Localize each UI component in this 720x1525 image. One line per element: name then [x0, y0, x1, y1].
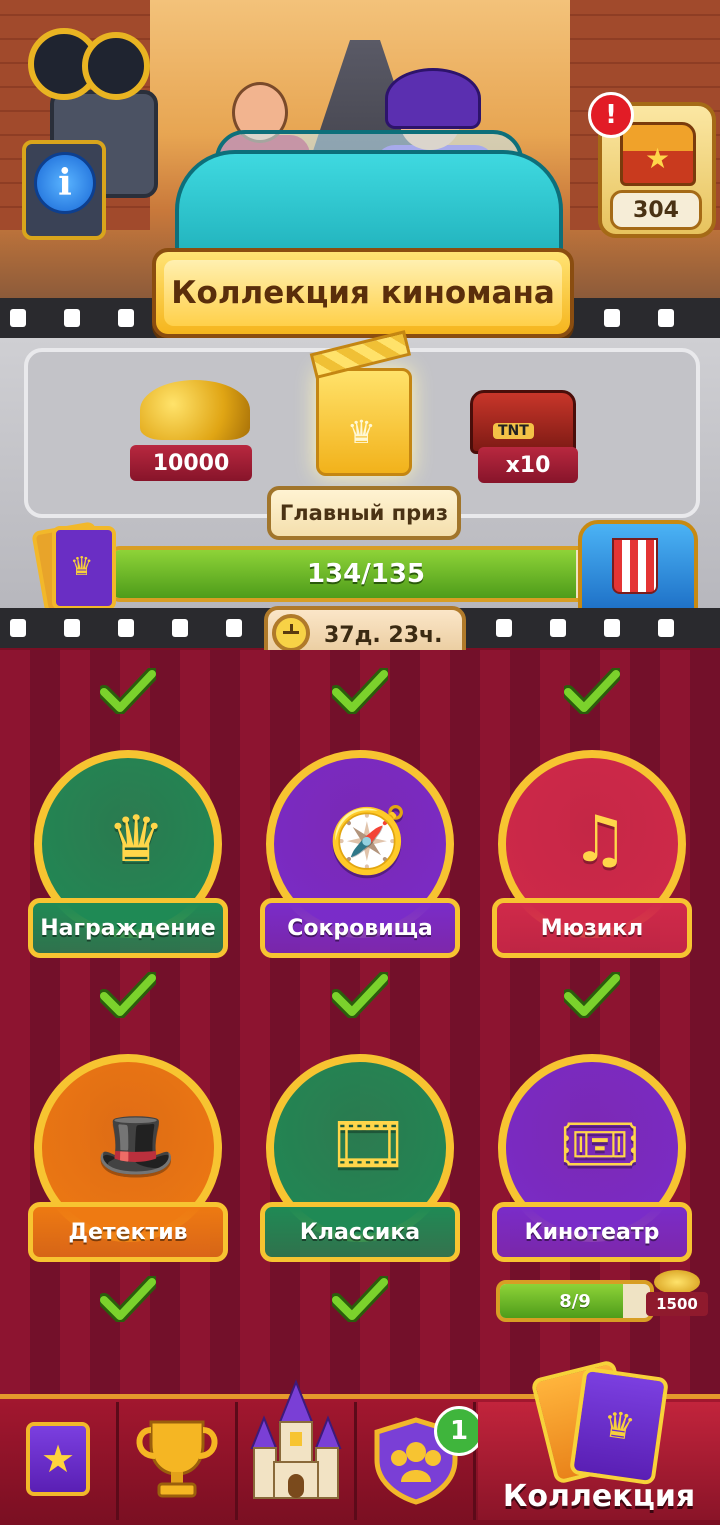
nav-item-home[interactable] [238, 1379, 357, 1520]
info-button[interactable]: i [22, 140, 106, 240]
completed-check-icon [329, 971, 391, 1019]
film-hole [10, 309, 26, 327]
collection-tile[interactable]: 🎩 Детектив [28, 1054, 228, 1264]
film-hole [10, 619, 26, 637]
collection-label: Детектив [28, 1202, 228, 1262]
collection-tile[interactable]: ♫ Мюзикл [492, 750, 692, 960]
team-notification-badge: 1 [434, 1406, 484, 1456]
star-book-icon: ★ [26, 1422, 90, 1496]
treasure-chest-icon: ★ [620, 122, 696, 186]
detective-hat-icon: 🎩 [96, 1107, 176, 1182]
completed-check-icon [97, 971, 159, 1019]
progress-text: 134/135 [306, 559, 426, 589]
card-icon: ♛ [31, 521, 118, 615]
chest-count: 304 [610, 190, 702, 230]
film-hole [118, 309, 134, 327]
completed-check-icon [561, 667, 623, 715]
coins-icon [654, 1270, 700, 1294]
clock-icon [272, 614, 310, 652]
title-banner: Коллекция киномана [152, 248, 574, 338]
completed-check-icon [329, 1275, 391, 1323]
film-hole [604, 619, 620, 637]
film-hole [64, 619, 80, 637]
collection-label: Сокровища [260, 898, 460, 958]
tnt-label: TNT [493, 423, 534, 439]
sheet-music-icon: ♫ [571, 803, 629, 877]
kinoteatr-progress-text: 8/9 [559, 1290, 591, 1312]
collection-tile[interactable]: 🎞 Классика [260, 1054, 460, 1264]
film-hole [118, 619, 134, 637]
castle-icon [250, 1379, 342, 1499]
cards-icon: ♛ [568, 1366, 670, 1486]
collection-tile[interactable]: 🧭 Сокровища [260, 750, 460, 960]
grand-prize-label: Главный приз [267, 486, 461, 540]
crown-lights-icon: ♛ [107, 803, 165, 877]
collection-label: Награждение [28, 898, 228, 958]
nav-label-collection: Коллекция [502, 1479, 696, 1514]
collection-label: Классика [260, 1202, 460, 1262]
tnt-amount: x10 [478, 447, 578, 483]
film-hole [172, 619, 188, 637]
collection-progress-bar: 134/135 [108, 546, 624, 602]
compass-icon: 🧭 [328, 803, 408, 878]
completed-check-icon [329, 667, 391, 715]
kinoteatr-progress-bar: 8/9 [496, 1280, 654, 1322]
nav-item-events[interactable]: ★ [0, 1402, 119, 1520]
gold-coins-icon [140, 380, 250, 440]
info-icon: i [34, 152, 96, 214]
page-title: Коллекция киномана [171, 275, 555, 311]
nav-item-collection[interactable]: ♛ Коллекция [478, 1359, 720, 1520]
clapperboard-icon: ♛ [309, 330, 412, 476]
tnt-boosters-icon: TNT [470, 390, 576, 454]
kinoteatr-reward: 1500 [646, 1270, 708, 1318]
trophy-icon [136, 1420, 218, 1498]
coins-amount: 10000 [130, 445, 252, 481]
film-reel-icon: 🎞 [327, 1107, 409, 1182]
completed-check-icon [561, 971, 623, 1019]
film-hole [64, 309, 80, 327]
alert-badge-icon: ! [588, 92, 634, 138]
nav-item-leaderboard[interactable] [119, 1402, 238, 1520]
completed-check-icon [97, 1275, 159, 1323]
collection-label: Мюзикл [492, 898, 692, 958]
collection-tile[interactable]: 🎟 Кинотеатр [492, 1054, 692, 1264]
character-king-hat [385, 68, 481, 129]
ticket-icon: 🎟 [559, 1107, 641, 1182]
film-hole [226, 619, 242, 637]
film-hole [604, 309, 620, 327]
collection-label: Кинотеатр [492, 1202, 692, 1262]
popcorn-chest-icon[interactable] [578, 520, 698, 616]
film-hole [658, 619, 674, 637]
film-hole [658, 309, 674, 327]
kinoteatr-reward-amount: 1500 [646, 1292, 708, 1316]
collection-tile[interactable]: ♛ Награждение [28, 750, 228, 960]
film-hole [496, 619, 512, 637]
completed-check-icon [97, 667, 159, 715]
film-hole [550, 619, 566, 637]
